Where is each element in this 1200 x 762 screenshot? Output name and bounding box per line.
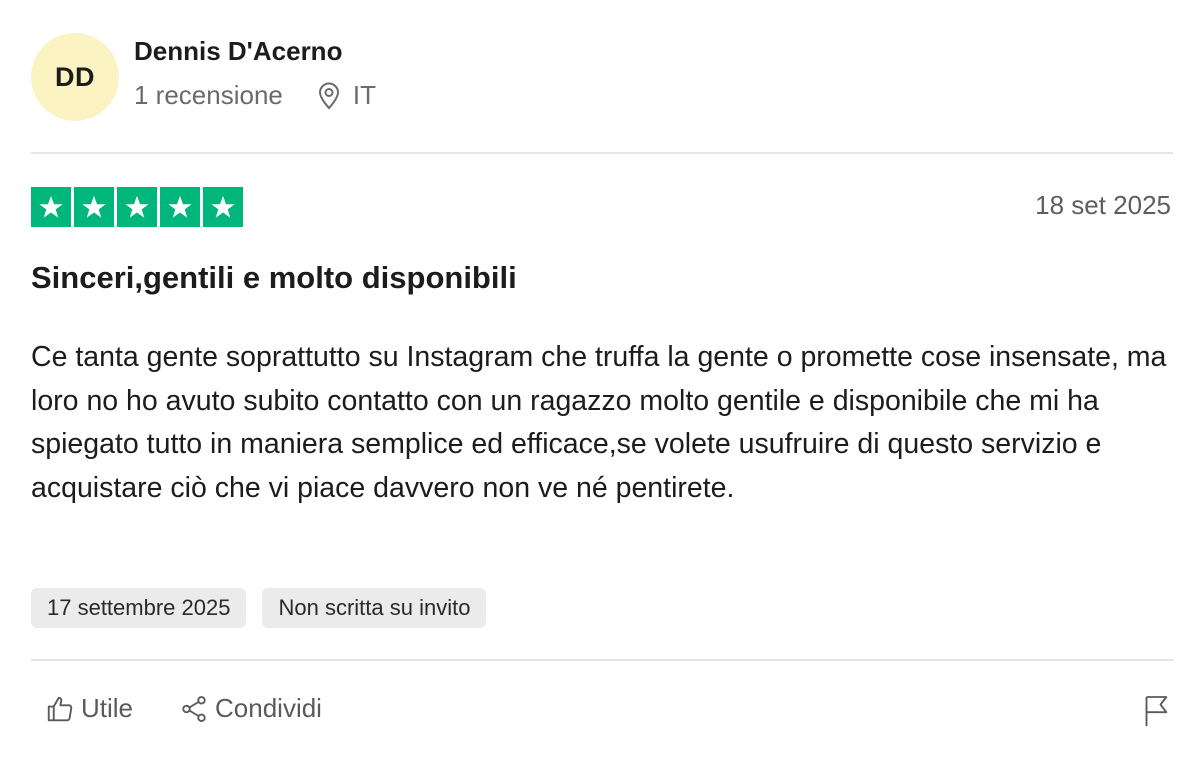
- reviewer-location: IT: [317, 80, 376, 111]
- review-card: DD Dennis D'Acerno 1 recensione IT 18 se…: [0, 0, 1200, 762]
- review-count: 1 recensione: [134, 80, 283, 110]
- country-code: IT: [352, 80, 376, 110]
- star-rating: [31, 187, 246, 227]
- review-title: Sinceri,gentili e molto disponibili: [31, 260, 517, 295]
- avatar[interactable]: DD: [31, 33, 119, 121]
- share-button[interactable]: Condividi: [179, 693, 322, 724]
- review-text: Ce tanta gente soprattutto su Instagram …: [31, 341, 1167, 504]
- useful-label: Utile: [81, 693, 134, 723]
- share-label: Condividi: [215, 693, 322, 723]
- review-date: 18 set 2025: [1035, 190, 1171, 220]
- star-icon: [31, 187, 71, 227]
- star-icon: [160, 187, 200, 227]
- divider: [31, 152, 1173, 154]
- location-pin-icon: [318, 82, 339, 109]
- reviewer-name[interactable]: Dennis D'Acerno: [134, 36, 342, 67]
- flag-icon: [1145, 696, 1168, 727]
- thumbs-up-icon: [47, 696, 73, 721]
- star-icon: [117, 187, 157, 227]
- reviewer-meta: 1 recensione IT: [134, 80, 376, 111]
- star-icon: [74, 187, 114, 227]
- star-icon: [203, 187, 243, 227]
- useful-button[interactable]: Utile: [45, 693, 133, 724]
- review-tags: 17 settembre 2025 Non scritta su invito: [31, 588, 502, 628]
- invite-status-badge[interactable]: Non scritta su invito: [262, 588, 487, 628]
- review-actions: Utile Condividi: [45, 693, 368, 724]
- experience-date-badge: 17 settembre 2025: [31, 588, 247, 628]
- share-icon: [182, 695, 206, 722]
- divider: [31, 659, 1173, 661]
- report-button[interactable]: [1143, 694, 1171, 733]
